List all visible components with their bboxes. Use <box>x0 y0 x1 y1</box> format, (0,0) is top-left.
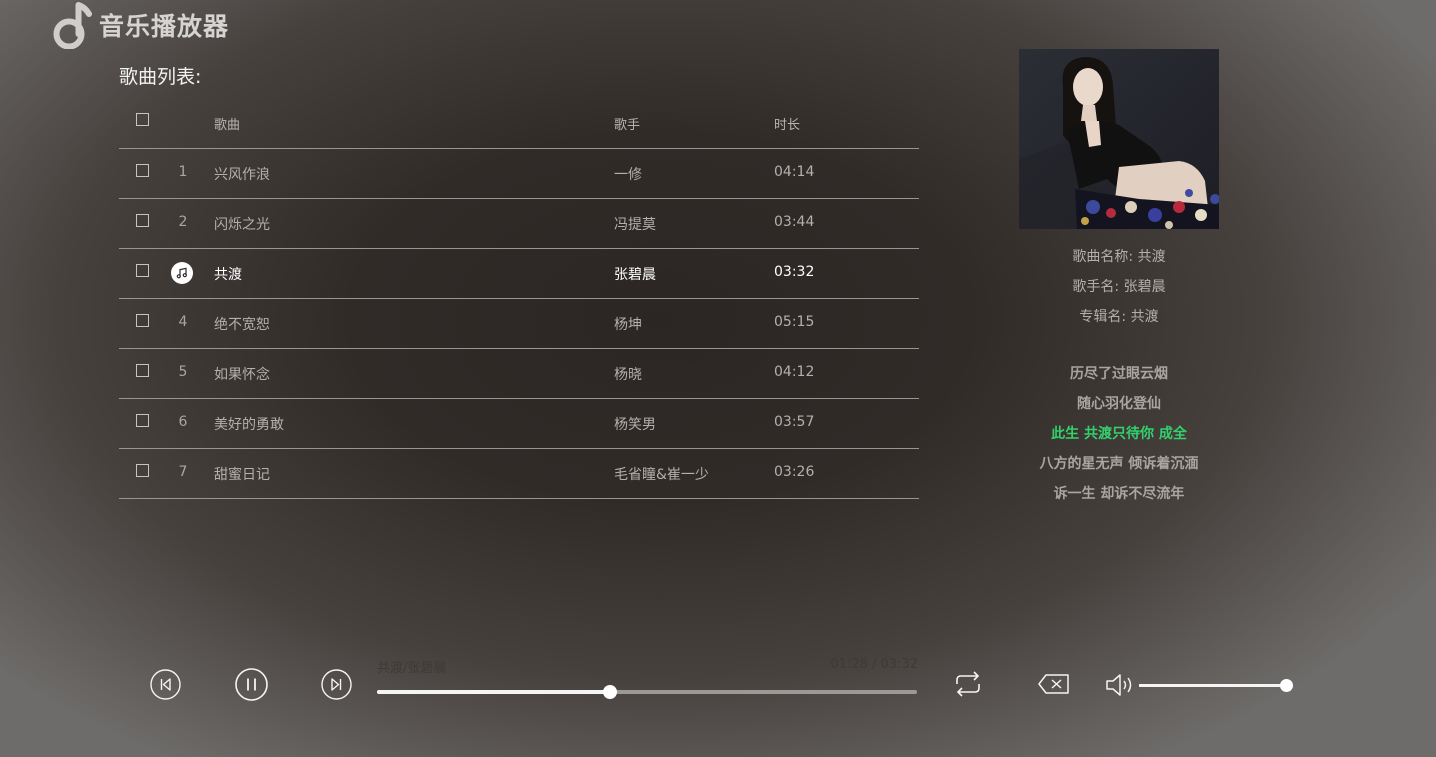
lyrics-panel: 历尽了过眼云烟 随心羽化登仙 此生 共渡只待你 成全 八方的星无声 倾诉着沉湎 … <box>1019 365 1219 515</box>
row-number: 4 <box>178 314 188 330</box>
row-number: 6 <box>178 414 188 430</box>
song-duration: 03:57 <box>774 414 815 430</box>
lyric-line: 八方的星无声 倾诉着沉湎 <box>1039 456 1199 472</box>
progress-handle[interactable] <box>602 685 617 699</box>
volume-button[interactable] <box>1104 672 1136 698</box>
row-checkbox[interactable] <box>136 364 149 377</box>
volume-handle[interactable] <box>1280 679 1293 692</box>
table-row[interactable]: 4 绝不宽恕 杨坤 05:15 <box>119 299 919 349</box>
music-note-icon <box>53 2 92 49</box>
row-number: 1 <box>178 164 188 180</box>
table-row[interactable]: 5 如果怀念 杨晓 04:12 <box>119 349 919 399</box>
volume-slider[interactable] <box>1139 679 1293 692</box>
song-title[interactable]: 共渡 <box>214 264 242 284</box>
progress-fill <box>377 690 610 694</box>
row-number: 5 <box>178 364 188 380</box>
skip-next-icon <box>321 669 352 700</box>
playlist-title: 歌曲列表: <box>119 66 202 88</box>
album-cover <box>1019 49 1219 229</box>
progress-bar[interactable] <box>377 685 917 699</box>
app-logo: 音乐播放器 <box>52 0 229 50</box>
lyric-line: 随心羽化登仙 <box>1077 396 1161 412</box>
song-artist: 一修 <box>614 167 642 183</box>
table-row-playing[interactable]: 共渡 张碧晨 03:32 <box>119 249 919 299</box>
repeat-button[interactable] <box>951 667 985 701</box>
now-playing-label: 共渡/张碧晨 <box>377 661 447 676</box>
column-header-duration: 时长 <box>774 118 801 133</box>
row-checkbox[interactable] <box>136 314 149 327</box>
song-artist: 张碧晨 <box>614 267 656 283</box>
song-artist: 冯提莫 <box>614 217 656 233</box>
app-title: 音乐播放器 <box>99 12 230 41</box>
song-artist: 杨晓 <box>614 367 642 383</box>
backspace-icon <box>1038 674 1069 694</box>
song-title[interactable]: 美好的勇敢 <box>214 414 284 434</box>
skip-previous-icon <box>150 669 181 700</box>
artist-name-info: 歌手名: 张碧晨 <box>1072 279 1166 295</box>
table-row[interactable]: 2 闪烁之光 冯提莫 03:44 <box>119 199 919 249</box>
song-duration: 03:32 <box>774 264 815 280</box>
song-duration: 03:26 <box>774 464 815 480</box>
song-title[interactable]: 如果怀念 <box>214 364 270 384</box>
table-row[interactable]: 7 甜蜜日记 毛省瞳&崔一少 03:26 <box>119 449 919 499</box>
song-duration: 03:44 <box>774 214 815 230</box>
volume-icon <box>1106 674 1132 696</box>
pause-icon <box>235 668 268 701</box>
song-duration: 05:15 <box>774 314 815 330</box>
music-note-icon <box>171 262 193 284</box>
song-title[interactable]: 甜蜜日记 <box>214 464 270 484</box>
song-duration: 04:12 <box>774 364 815 380</box>
song-table: 歌曲 歌手 时长 1 兴风作浪 一修 04:14 2 闪烁之光 冯提莫 03:4… <box>119 99 919 499</box>
previous-button[interactable] <box>150 669 181 700</box>
row-checkbox[interactable] <box>136 264 149 277</box>
time-label: 01:28 / 03:32 <box>830 657 918 672</box>
row-checkbox[interactable] <box>136 214 149 227</box>
album-name-info: 专辑名: 共渡 <box>1079 309 1159 325</box>
song-artist: 毛省瞳&崔一少 <box>614 467 709 483</box>
row-number: 2 <box>178 214 188 230</box>
repeat-icon <box>956 671 980 697</box>
column-header-song: 歌曲 <box>214 118 241 133</box>
song-title[interactable]: 闪烁之光 <box>214 214 270 234</box>
row-checkbox[interactable] <box>136 464 149 477</box>
volume-fill <box>1139 684 1286 687</box>
delete-button[interactable] <box>1037 672 1071 696</box>
select-all-checkbox[interactable] <box>136 113 149 126</box>
lyric-line-current: 此生 共渡只待你 成全 <box>1051 426 1187 442</box>
song-artist: 杨笑男 <box>614 417 656 433</box>
row-checkbox[interactable] <box>136 414 149 427</box>
column-header-artist: 歌手 <box>614 118 641 133</box>
song-title[interactable]: 兴风作浪 <box>214 164 270 184</box>
table-header: 歌曲 歌手 时长 <box>119 99 919 149</box>
lyric-line: 诉一生 却诉不尽流年 <box>1053 486 1185 502</box>
song-title[interactable]: 绝不宽恕 <box>214 314 270 334</box>
row-number: 7 <box>178 464 188 480</box>
table-row[interactable]: 6 美好的勇敢 杨笑男 03:57 <box>119 399 919 449</box>
song-duration: 04:14 <box>774 164 815 180</box>
next-button[interactable] <box>321 669 352 700</box>
song-name-info: 歌曲名称: 共渡 <box>1072 249 1166 265</box>
pause-button[interactable] <box>235 668 268 701</box>
lyric-line: 历尽了过眼云烟 <box>1070 366 1168 382</box>
row-checkbox[interactable] <box>136 164 149 177</box>
table-row[interactable]: 1 兴风作浪 一修 04:14 <box>119 149 919 199</box>
song-artist: 杨坤 <box>614 317 642 333</box>
